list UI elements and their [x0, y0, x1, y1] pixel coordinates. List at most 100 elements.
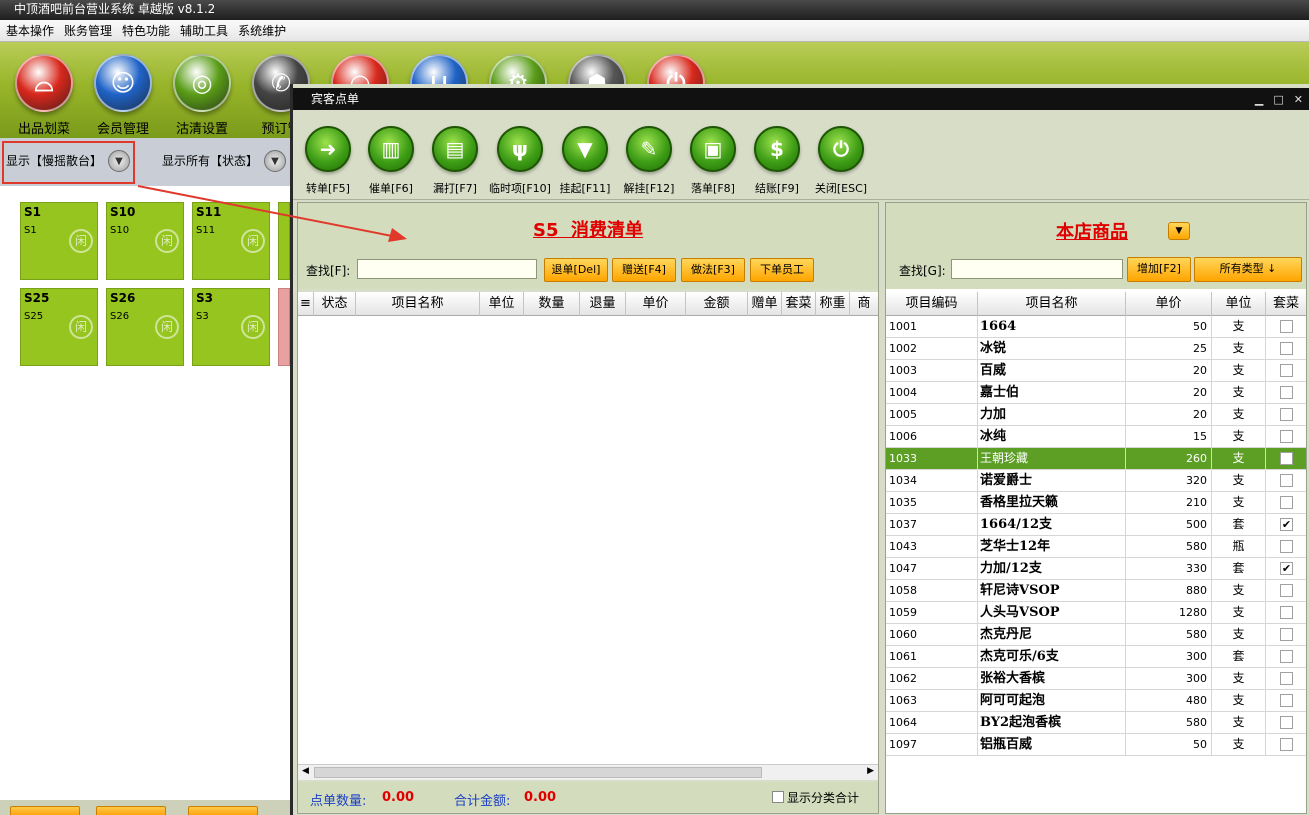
- product-row[interactable]: 1063 阿可可起泡 480 支: [886, 690, 1306, 712]
- set-menu-checkbox[interactable]: ✔: [1280, 518, 1293, 531]
- menu-tools[interactable]: 辅助工具: [180, 22, 228, 39]
- main-toolbar-button[interactable]: ⌓ 出品划菜: [4, 54, 84, 137]
- menu-basic-ops[interactable]: 基本操作: [6, 22, 54, 39]
- col-product-set[interactable]: 套菜: [1266, 292, 1306, 316]
- set-menu-checkbox[interactable]: [1280, 738, 1293, 751]
- set-menu-checkbox[interactable]: [1280, 496, 1293, 509]
- menu-accounts[interactable]: 账务管理: [64, 22, 112, 39]
- minimize-icon[interactable]: ▁: [1255, 93, 1263, 106]
- col-quantity[interactable]: 数量: [524, 292, 580, 316]
- col-unit-price[interactable]: 单价: [626, 292, 686, 316]
- maximize-icon[interactable]: □: [1273, 93, 1283, 106]
- set-menu-checkbox[interactable]: [1280, 342, 1293, 355]
- product-row[interactable]: 1006 冰纯 15 支: [886, 426, 1306, 448]
- menu-features[interactable]: 特色功能: [122, 22, 170, 39]
- set-menu-checkbox[interactable]: [1280, 584, 1293, 597]
- products-search-input[interactable]: [951, 259, 1123, 279]
- dialog-toolbar-button[interactable]: $ 结账[F9]: [742, 126, 812, 196]
- close-icon[interactable]: ✕: [1294, 93, 1303, 106]
- table-tile[interactable]: S25 S25 闲: [20, 288, 98, 366]
- product-row[interactable]: 1035 香格里拉天籁 210 支: [886, 492, 1306, 514]
- set-menu-checkbox[interactable]: [1280, 628, 1293, 641]
- order-staff-button[interactable]: 下单员工: [750, 258, 814, 282]
- order-grid-body[interactable]: [298, 316, 878, 764]
- table-tile[interactable]: S3 S3 闲: [192, 288, 270, 366]
- scroll-thumb[interactable]: [314, 767, 762, 778]
- table-tile-partial[interactable]: [278, 202, 290, 280]
- product-row[interactable]: 1061 杰克可乐/6支 300 套: [886, 646, 1306, 668]
- scroll-right-icon[interactable]: ▶: [867, 766, 874, 776]
- bottom-button[interactable]: [96, 806, 166, 815]
- table-tile[interactable]: S11 S11 闲: [192, 202, 270, 280]
- order-search-input[interactable]: [357, 259, 537, 279]
- product-row[interactable]: 1064 BY2起泡香槟 580 支: [886, 712, 1306, 734]
- col-amount[interactable]: 金额: [686, 292, 748, 316]
- set-menu-checkbox[interactable]: [1280, 650, 1293, 663]
- col-product-unit[interactable]: 单位: [1212, 292, 1266, 316]
- main-toolbar-button[interactable]: ☺ 会员管理: [83, 54, 163, 137]
- col-status[interactable]: 状态: [314, 292, 356, 316]
- set-menu-checkbox[interactable]: ✔: [1280, 562, 1293, 575]
- status-filter-dropdown-icon[interactable]: ▼: [264, 150, 286, 172]
- menu-maintenance[interactable]: 系统维护: [238, 22, 286, 39]
- product-row[interactable]: 1043 芝华士12年 580 瓶: [886, 536, 1306, 558]
- col-unit[interactable]: 单位: [480, 292, 524, 316]
- product-row[interactable]: 1047 力加/12支 330 套 ✔: [886, 558, 1306, 580]
- col-weighed[interactable]: 称重: [816, 292, 850, 316]
- set-menu-checkbox[interactable]: [1280, 408, 1293, 421]
- dialog-toolbar-button[interactable]: ψ 临时项[F10]: [485, 126, 555, 196]
- col-item-name[interactable]: 项目名称: [356, 292, 480, 316]
- status-filter-label[interactable]: 显示所有【状态】: [162, 152, 258, 169]
- table-tile[interactable]: S10 S10 闲: [106, 202, 184, 280]
- product-row[interactable]: 1002 冰锐 25 支: [886, 338, 1306, 360]
- product-row[interactable]: 1001 1664 50 支: [886, 316, 1306, 338]
- dialog-toolbar-button[interactable]: ▥ 催单[F6]: [356, 126, 426, 196]
- dialog-toolbar-button[interactable]: ✎ 解挂[F12]: [614, 126, 684, 196]
- set-menu-checkbox[interactable]: [1280, 364, 1293, 377]
- dialog-toolbar-button[interactable]: ▼ 挂起[F11]: [550, 126, 620, 196]
- scroll-left-icon[interactable]: ◀: [302, 766, 309, 776]
- product-row[interactable]: 1060 杰克丹尼 580 支: [886, 624, 1306, 646]
- product-row[interactable]: 1003 百威 20 支: [886, 360, 1306, 382]
- set-menu-checkbox[interactable]: [1280, 320, 1293, 333]
- table-tile[interactable]: S1 S1 闲: [20, 202, 98, 280]
- grid-menu-icon[interactable]: ≡: [298, 292, 314, 316]
- product-row[interactable]: 1097 铝瓶百威 50 支: [886, 734, 1306, 756]
- product-row[interactable]: 1059 人头马VSOP 1280 支: [886, 602, 1306, 624]
- all-types-button[interactable]: 所有类型 ↓: [1194, 257, 1302, 282]
- col-set-menu[interactable]: 套菜: [782, 292, 816, 316]
- product-row[interactable]: 1004 嘉士伯 20 支: [886, 382, 1306, 404]
- dialog-toolbar-button[interactable]: ⏻ 关闭[ESC]: [806, 126, 876, 196]
- product-row[interactable]: 1034 诺爱爵士 320 支: [886, 470, 1306, 492]
- set-menu-checkbox[interactable]: [1280, 694, 1293, 707]
- method-button[interactable]: 做法[F3]: [681, 258, 745, 282]
- refund-button[interactable]: 退单[Del]: [544, 258, 608, 282]
- dialog-toolbar-button[interactable]: ▣ 落单[F8]: [678, 126, 748, 196]
- col-gift[interactable]: 赠单: [748, 292, 782, 316]
- set-menu-checkbox[interactable]: [1280, 672, 1293, 685]
- gift-button[interactable]: 赠送[F4]: [612, 258, 676, 282]
- product-row[interactable]: 1037 1664/12支 500 套 ✔: [886, 514, 1306, 536]
- set-menu-checkbox[interactable]: [1280, 430, 1293, 443]
- set-menu-checkbox[interactable]: [1280, 606, 1293, 619]
- dialog-toolbar-button[interactable]: ▤ 漏打[F7]: [420, 126, 490, 196]
- set-menu-checkbox[interactable]: [1280, 716, 1293, 729]
- main-toolbar-button[interactable]: ◎ 沽清设置: [162, 54, 242, 137]
- product-row[interactable]: 1058 轩尼诗VSOP 880 支: [886, 580, 1306, 602]
- show-category-checkbox[interactable]: [772, 791, 784, 803]
- product-row[interactable]: 1005 力加 20 支: [886, 404, 1306, 426]
- table-tile[interactable]: S26 S26 闲: [106, 288, 184, 366]
- set-menu-checkbox[interactable]: [1280, 452, 1293, 465]
- col-return-qty[interactable]: 退量: [580, 292, 626, 316]
- col-product-price[interactable]: 单价: [1126, 292, 1212, 316]
- set-menu-checkbox[interactable]: [1280, 474, 1293, 487]
- col-product-name[interactable]: 项目名称: [978, 292, 1126, 316]
- dialog-toolbar-button[interactable]: ➜ 转单[F5]: [293, 126, 363, 196]
- set-menu-checkbox[interactable]: [1280, 386, 1293, 399]
- product-row[interactable]: 1062 张裕大香槟 300 支: [886, 668, 1306, 690]
- add-product-button[interactable]: 增加[F2]: [1127, 257, 1191, 282]
- set-menu-checkbox[interactable]: [1280, 540, 1293, 553]
- col-product-code[interactable]: 项目编码: [886, 292, 978, 316]
- product-row[interactable]: 1033 王朝珍藏 260 支: [886, 448, 1306, 470]
- products-dropdown-icon[interactable]: ▼: [1168, 222, 1190, 240]
